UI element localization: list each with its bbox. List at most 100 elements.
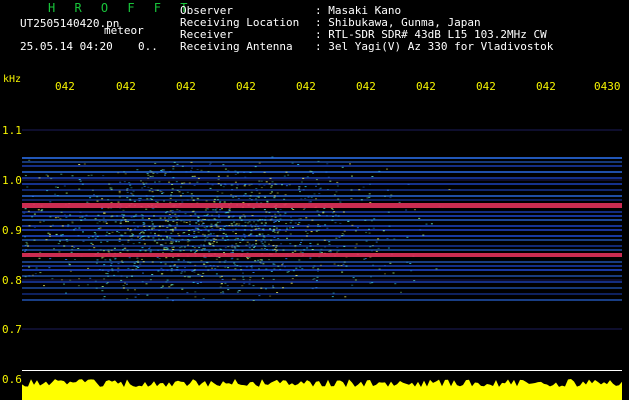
echo-pixel [213, 202, 216, 203]
echo-pixel [178, 247, 181, 249]
echo-pixel [194, 213, 197, 215]
echo-pixel [448, 189, 451, 190]
echo-pixel [300, 198, 303, 200]
echo-pixel [244, 221, 247, 223]
echo-pixel [118, 238, 121, 240]
echo-pixel [219, 248, 221, 250]
echo-pixel [388, 225, 391, 227]
echo-pixel [336, 185, 339, 187]
echo-pixel [163, 217, 166, 219]
echo-pixel [121, 213, 124, 215]
echo-pixel [272, 263, 275, 265]
echo-pixel [215, 273, 218, 275]
echo-pixel [239, 242, 242, 243]
echo-pixel [237, 238, 239, 240]
echo-pixel [290, 216, 292, 218]
echo-pixel [317, 229, 320, 231]
echo-pixel [166, 211, 169, 213]
echo-pixel [151, 191, 154, 193]
echo-pixel [243, 236, 246, 238]
echo-pixel [313, 278, 316, 280]
echo-pixel [200, 260, 203, 262]
echo-pixel [301, 239, 303, 241]
echo-pixel [219, 221, 222, 223]
echo-pixel [302, 177, 305, 179]
echo-pixel [181, 192, 184, 194]
echo-pixel [258, 180, 261, 182]
echo-pixel [211, 214, 214, 216]
echo-pixel [315, 230, 318, 232]
echo-pixel [212, 233, 215, 235]
echo-pixel [234, 233, 237, 235]
echo-pixel [256, 196, 259, 198]
echo-pixel [207, 171, 210, 173]
echo-pixel [49, 201, 52, 203]
echo-pixel [248, 247, 251, 249]
echo-pixel [49, 225, 52, 227]
echo-pixel [160, 262, 163, 264]
echo-pixel [185, 222, 188, 223]
echo-pixel [310, 196, 313, 198]
echo-pixel [217, 175, 220, 177]
echo-pixel [268, 212, 271, 214]
echo-pixel [135, 268, 138, 270]
echo-pixel [94, 233, 97, 235]
echo-pixel [322, 212, 325, 214]
echo-pixel [258, 268, 260, 270]
echo-pixel [138, 233, 141, 235]
echo-pixel [171, 247, 174, 249]
echo-pixel [236, 245, 239, 247]
echo-pixel [164, 231, 167, 233]
echo-pixel [211, 228, 214, 229]
echo-pixel [107, 275, 110, 277]
echo-pixel [170, 232, 173, 234]
echo-pixel [384, 265, 386, 267]
echo-pixel [393, 238, 396, 240]
echo-pixel [302, 208, 305, 210]
echo-pixel [96, 200, 99, 202]
echo-pixel [232, 278, 234, 280]
echo-pixel [276, 232, 279, 234]
echo-pixel [79, 180, 82, 182]
echo-pixel [126, 250, 129, 252]
echo-pixel [265, 211, 268, 213]
echo-pixel [337, 250, 340, 252]
echo-pixel [145, 208, 148, 210]
echo-pixel [233, 278, 236, 280]
echo-pixel [318, 225, 321, 227]
echo-pixel [65, 216, 68, 218]
echo-pixel [22, 266, 23, 267]
echo-pixel [277, 212, 280, 214]
echo-pixel [171, 300, 174, 302]
x-tick: 042 [476, 80, 496, 93]
echo-pixel [251, 244, 254, 246]
echo-pixel [260, 287, 263, 289]
echo-pixel [232, 196, 235, 198]
echo-pixel [217, 178, 220, 180]
echo-pixel [73, 229, 76, 231]
echo-pixel [251, 265, 253, 267]
echo-pixel [134, 228, 136, 230]
echo-pixel [222, 232, 225, 234]
echo-pixel [370, 220, 373, 222]
echo-pixel [162, 269, 165, 271]
echo-pixel [231, 257, 234, 259]
echo-pixel [409, 263, 412, 264]
echo-pixel [172, 249, 175, 250]
echo-pixel [204, 240, 206, 242]
echo-pixel [227, 217, 230, 218]
echo-pixel [178, 241, 180, 243]
echo-pixel [263, 248, 266, 249]
echo-pixel [154, 232, 156, 234]
echo-pixel [317, 268, 320, 270]
echo-pixel [91, 189, 94, 191]
echo-pixel [218, 214, 220, 216]
echo-pixel [130, 216, 133, 218]
noise-band [22, 211, 622, 213]
echo-pixel [244, 225, 247, 227]
echo-pixel [56, 186, 59, 188]
echo-pixel [113, 274, 116, 276]
echo-pixel [196, 227, 199, 229]
echo-pixel [241, 239, 244, 241]
echo-pixel [90, 242, 93, 244]
